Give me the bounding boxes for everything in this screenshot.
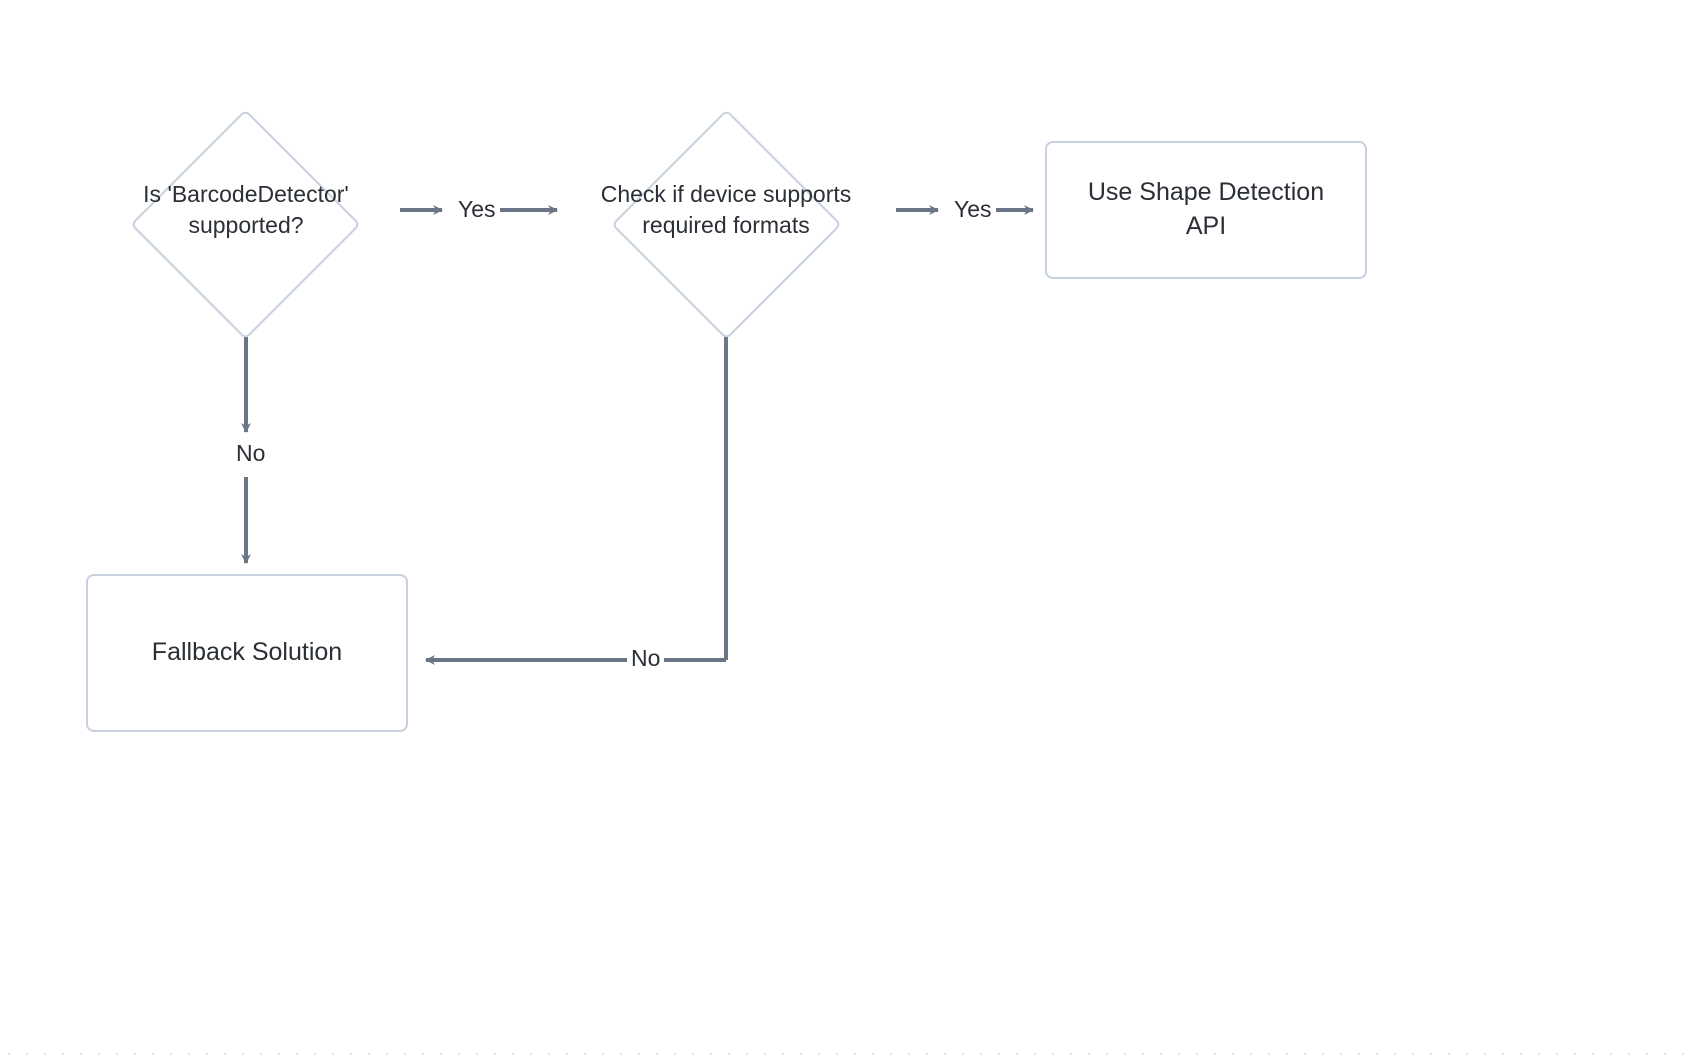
node-fallback-solution: Fallback Solution [86,574,408,732]
decision1-line2: supported? [143,210,349,241]
flowchart-canvas: Is 'BarcodeDetector' supported? Check if… [0,0,1700,1058]
edge-label-d2-no: No [627,645,664,672]
edge-label-d2-yes: Yes [950,196,996,223]
decision-barcode-detector: Is 'BarcodeDetector' supported? [86,95,406,325]
decision2-line2: required formats [601,210,852,241]
footer-dots [0,1050,1700,1058]
decision2-line1: Check if device supports [601,179,852,210]
node-use-shape-detection-api: Use Shape Detection API [1045,141,1367,279]
decision1-line1: Is 'BarcodeDetector' [143,179,349,210]
result-api-line1: Use Shape Detection [1088,176,1324,210]
edge-label-d1-yes: Yes [454,196,500,223]
fallback-label: Fallback Solution [152,636,342,670]
result-api-line2: API [1088,210,1324,244]
edge-label-d1-no: No [232,440,269,467]
decision-device-formats: Check if device supports required format… [546,95,906,325]
